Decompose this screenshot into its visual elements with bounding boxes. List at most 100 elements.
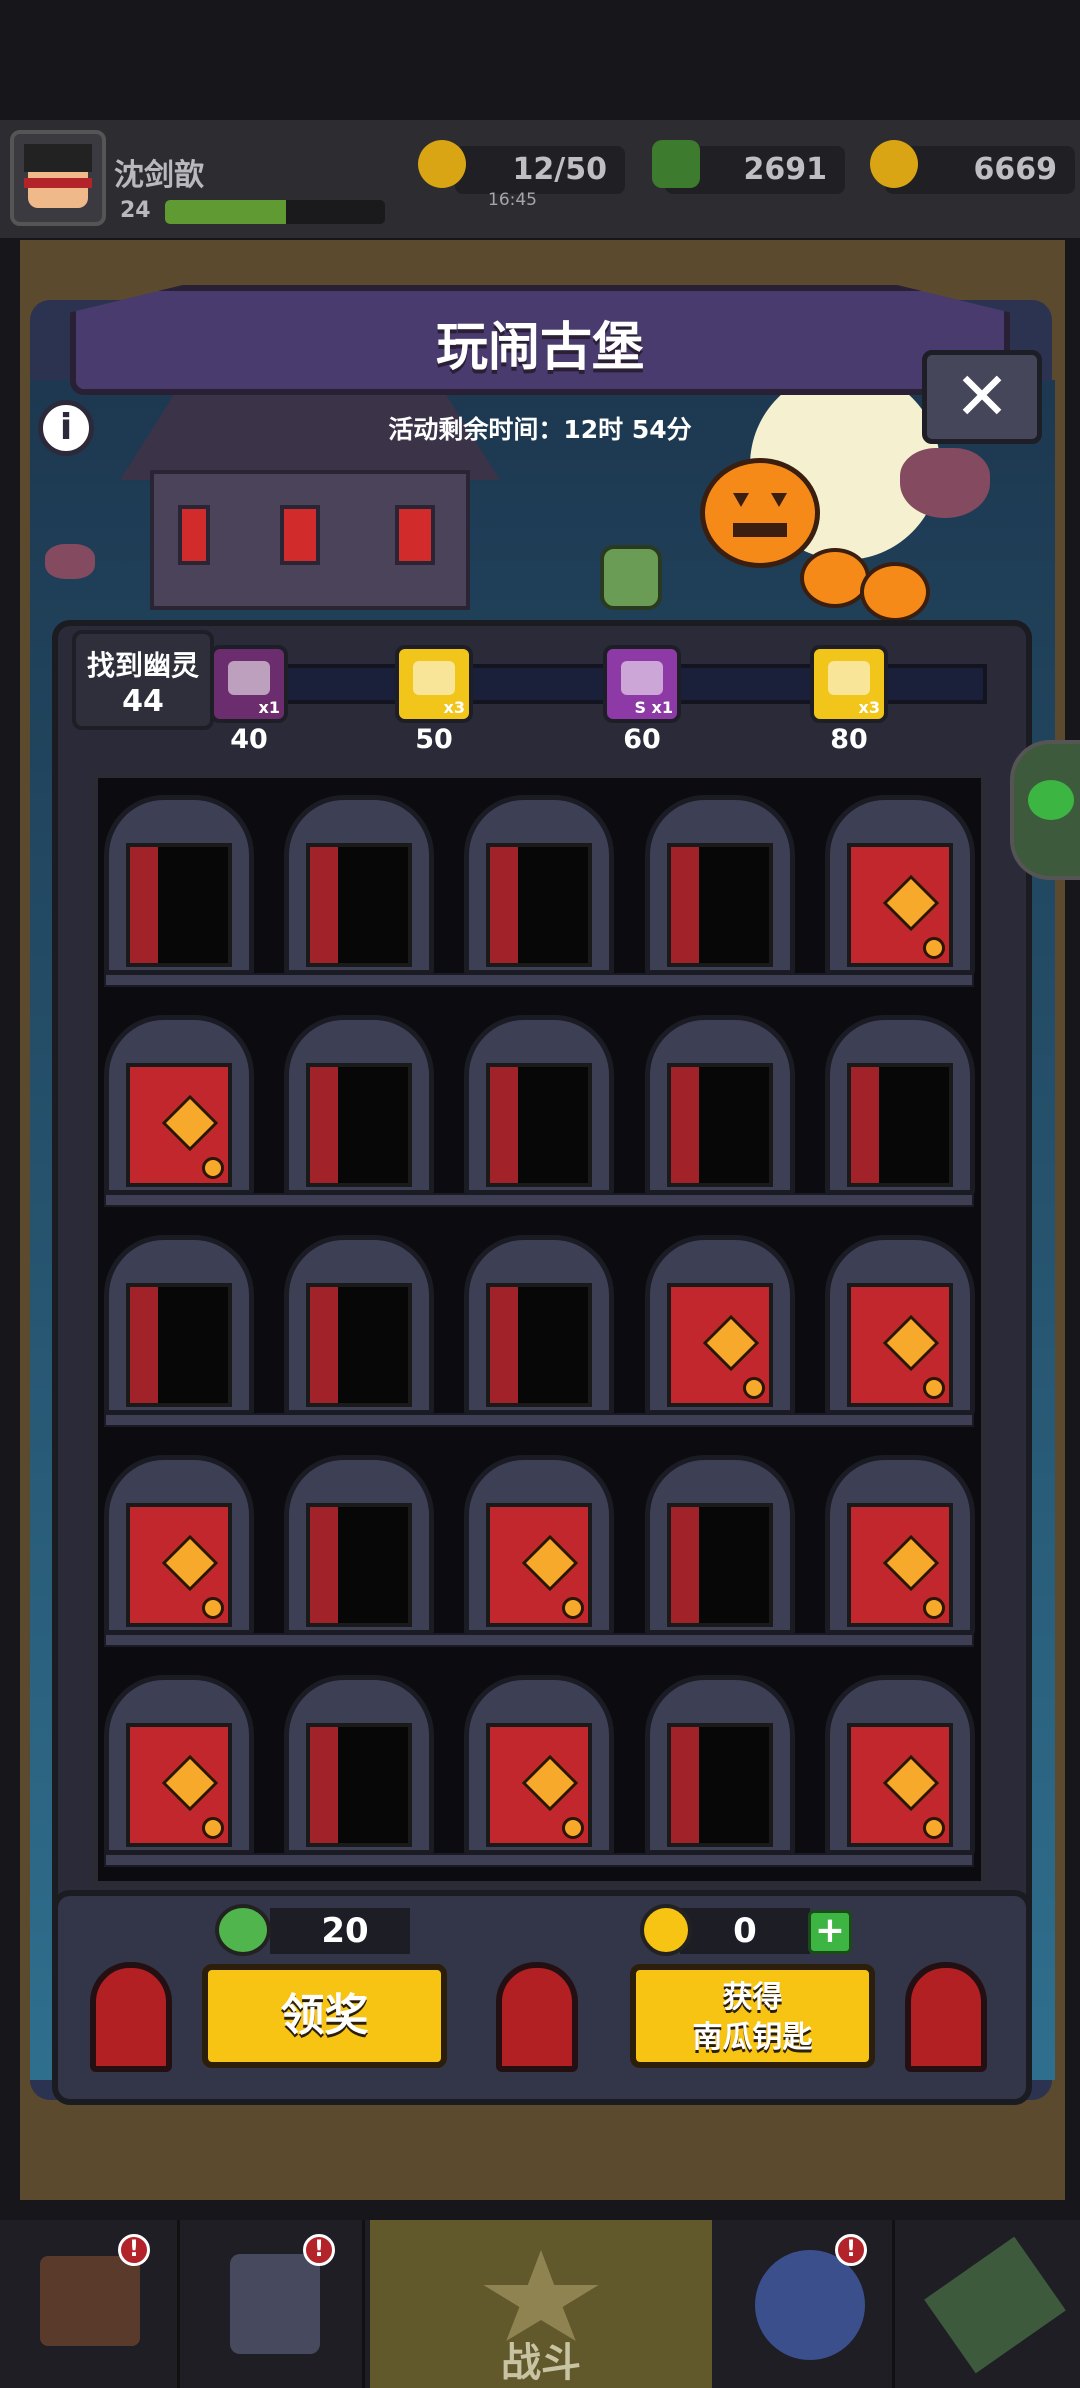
- closed-door[interactable]: [825, 1675, 975, 1855]
- keyhole-icon: [882, 1534, 940, 1592]
- event-timer: 活动剩余时间：12时 54分: [388, 415, 692, 444]
- energy-counter[interactable]: 12/50: [455, 146, 625, 194]
- door-knob: [562, 1597, 584, 1619]
- closed-door[interactable]: [825, 795, 975, 975]
- nav-shop[interactable]: !: [0, 2220, 180, 2388]
- door-knob: [202, 1597, 224, 1619]
- plus-icon: +: [814, 1910, 846, 1951]
- nav-orb[interactable]: !: [715, 2220, 895, 2388]
- closed-door[interactable]: [645, 1235, 795, 1415]
- doorway: [667, 1503, 773, 1627]
- doorway: [306, 1063, 412, 1187]
- notification-badge: !: [303, 2234, 335, 2266]
- reward-quantity: x3: [443, 698, 465, 717]
- open-door[interactable]: [284, 1675, 434, 1855]
- coin-icon: [870, 140, 918, 188]
- chat-button[interactable]: [1010, 740, 1080, 880]
- silver-key-icon: [413, 661, 455, 695]
- open-door[interactable]: [645, 1015, 795, 1195]
- closed-door[interactable]: [104, 1675, 254, 1855]
- notification-badge: !: [118, 2234, 150, 2266]
- add-key-button[interactable]: +: [808, 1910, 852, 1954]
- closed-door[interactable]: [464, 1455, 614, 1635]
- house-window: [178, 505, 210, 565]
- silver-key-icon: [828, 661, 870, 695]
- ghosts-found-count: 44: [122, 684, 164, 719]
- milestone-value: 80: [830, 724, 868, 755]
- open-door[interactable]: [104, 795, 254, 975]
- open-door[interactable]: [645, 1455, 795, 1635]
- open-door[interactable]: [464, 1015, 614, 1195]
- get-pumpkin-key-button[interactable]: 获得 南瓜钥匙: [630, 1964, 875, 2068]
- open-door[interactable]: [284, 1015, 434, 1195]
- open-door[interactable]: [825, 1015, 975, 1195]
- doorway: [486, 843, 592, 967]
- doorway: [667, 1283, 773, 1407]
- keyhole-icon: [882, 1754, 940, 1812]
- silver-key-reward[interactable]: x3: [395, 645, 473, 723]
- xp-bar-fill: [165, 200, 286, 224]
- doorway: [486, 1723, 592, 1847]
- doorway: [847, 1723, 953, 1847]
- key-count: 0: [733, 1911, 757, 1951]
- doorway: [306, 1503, 412, 1627]
- reward-quantity: x3: [858, 698, 880, 717]
- door-knob: [923, 937, 945, 959]
- doorway: [126, 1503, 232, 1627]
- keyhole-icon: [521, 1534, 579, 1592]
- doorway: [126, 1283, 232, 1407]
- closed-door[interactable]: [104, 1015, 254, 1195]
- shelf: [104, 1633, 974, 1647]
- doorway: [486, 1283, 592, 1407]
- open-door[interactable]: [645, 795, 795, 975]
- open-door[interactable]: [104, 1235, 254, 1415]
- s-chest-reward[interactable]: S x1: [603, 645, 681, 723]
- nav-badge[interactable]: !: [185, 2220, 365, 2388]
- decor-door: [496, 1962, 578, 2072]
- avatar[interactable]: [10, 130, 106, 226]
- open-door[interactable]: [284, 1235, 434, 1415]
- door-knob: [923, 1597, 945, 1619]
- weapon-reward[interactable]: x1: [210, 645, 288, 723]
- open-door[interactable]: [464, 795, 614, 975]
- doorway: [126, 1063, 232, 1187]
- decor-door: [905, 1962, 987, 2072]
- doorway: [847, 1283, 953, 1407]
- claim-reward-button[interactable]: 领奖: [202, 1964, 447, 2068]
- chat-icon: [1028, 780, 1074, 820]
- ghosts-found-label: 找到幽灵: [86, 649, 199, 682]
- doorway: [847, 843, 953, 967]
- pumpkin-character: [700, 458, 820, 568]
- keyhole-icon: [161, 1094, 219, 1152]
- door-knob: [202, 1817, 224, 1839]
- zombie-character: [600, 545, 662, 610]
- closed-door[interactable]: [104, 1455, 254, 1635]
- shelf: [104, 973, 974, 987]
- pumpkin-icon: [860, 562, 930, 622]
- nav-scroll[interactable]: [900, 2220, 1080, 2388]
- bat-icon: [45, 544, 95, 579]
- open-door[interactable]: [464, 1235, 614, 1415]
- reward-quantity: S x1: [634, 698, 673, 717]
- energy-icon: [418, 140, 466, 188]
- closed-door[interactable]: [825, 1235, 975, 1415]
- door-knob: [743, 1377, 765, 1399]
- shelf: [104, 1193, 974, 1207]
- open-door[interactable]: [284, 795, 434, 975]
- silver-key-reward[interactable]: x3: [810, 645, 888, 723]
- door-knob: [202, 1157, 224, 1179]
- doorway: [847, 1503, 953, 1627]
- keyhole-icon: [161, 1534, 219, 1592]
- reward-quantity: x1: [258, 698, 280, 717]
- battle-label: 战斗: [501, 2340, 581, 2386]
- doorway: [126, 1723, 232, 1847]
- weapon-icon: [228, 661, 270, 695]
- open-door[interactable]: [645, 1675, 795, 1855]
- bat-character: [900, 448, 990, 518]
- open-door[interactable]: [284, 1455, 434, 1635]
- closed-door[interactable]: [464, 1675, 614, 1855]
- ninja-avatar-icon: [24, 144, 92, 208]
- closed-door[interactable]: [825, 1455, 975, 1635]
- candy-icon: [215, 1904, 271, 1956]
- player-level: 24: [120, 198, 151, 223]
